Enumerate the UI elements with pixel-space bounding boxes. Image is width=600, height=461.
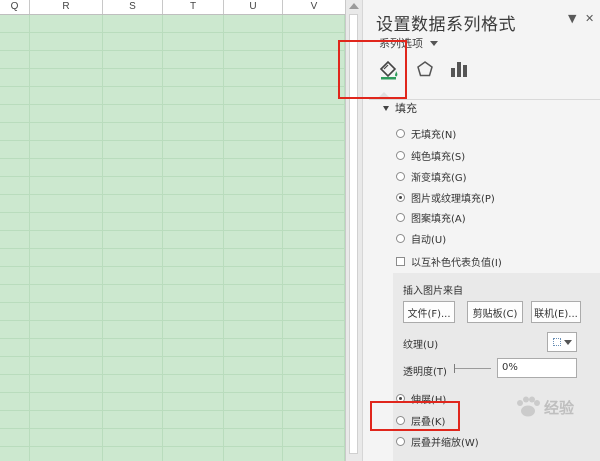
fill-section-header[interactable]: 填充: [383, 100, 417, 116]
radio-indicator: [396, 213, 405, 222]
radio-label: 图案填充(A): [411, 214, 466, 225]
transparency-slider-track[interactable]: [454, 368, 491, 369]
pane-menu-dropdown-icon[interactable]: ▼: [568, 12, 576, 25]
column-header-row: Q R S T U V: [0, 0, 345, 15]
watermark-text: 经验: [544, 398, 575, 417]
highlight-box-fill-tab: [338, 40, 407, 99]
bar-chart-icon: [451, 62, 467, 77]
radio-no-fill[interactable]: 无填充(N): [396, 126, 456, 141]
fill-section-label: 填充: [395, 102, 417, 115]
radio-indicator: [396, 234, 405, 243]
chevron-down-icon: [563, 339, 572, 345]
column-header-r[interactable]: R: [30, 0, 103, 14]
radio-solid-fill[interactable]: 纯色填充(S): [396, 148, 465, 163]
checkbox-label: 以互补色代表负值(I): [411, 258, 502, 269]
invert-if-negative-checkbox[interactable]: 以互补色代表负值(I): [396, 254, 502, 269]
insert-picture-from-label: 插入图片来自: [403, 286, 463, 297]
paw-logo-icon: [517, 396, 540, 417]
clipboard-button[interactable]: 剪贴板(C): [467, 301, 523, 323]
picture-source-group: 插入图片来自 文件(F)... 剪贴板(C) 联机(E)... 纹理(U) 透明…: [393, 273, 600, 461]
radio-label: 图片或纹理填充(P): [411, 194, 495, 205]
radio-label: 层叠并缩放(W): [411, 438, 479, 449]
radio-label: 自动(U): [411, 235, 447, 246]
scroll-up-arrow-icon[interactable]: [349, 3, 359, 9]
online-button[interactable]: 联机(E)...: [531, 301, 581, 323]
chevron-down-icon: [430, 40, 438, 46]
radio-label: 渐变填充(G): [411, 173, 467, 184]
pane-close-button[interactable]: ✕: [585, 12, 594, 25]
texture-swatch-icon: [552, 338, 561, 346]
spreadsheet-grid[interactable]: Q R S T U V: [0, 0, 345, 461]
highlight-box-stack-option: [370, 401, 460, 431]
column-header-t[interactable]: T: [163, 0, 224, 14]
transparency-label: 透明度(T): [403, 367, 447, 378]
radio-stack-and-scale[interactable]: 层叠并缩放(W): [396, 434, 479, 449]
file-button[interactable]: 文件(F)...: [403, 301, 455, 323]
radio-indicator: [396, 172, 405, 181]
column-header-v[interactable]: V: [283, 0, 345, 14]
radio-picture-texture-fill[interactable]: 图片或纹理填充(P): [396, 190, 495, 205]
transparency-input[interactable]: 0%: [497, 358, 577, 378]
radio-indicator: [396, 151, 405, 160]
radio-pattern-fill[interactable]: 图案填充(A): [396, 210, 466, 225]
tab-series-options[interactable]: [447, 56, 471, 82]
checkbox-box: [396, 257, 405, 266]
radio-label: 纯色填充(S): [411, 152, 466, 163]
column-header-s[interactable]: S: [103, 0, 163, 14]
pentagon-effects-icon: [417, 61, 433, 77]
pane-title: 设置数据系列格式: [376, 15, 516, 35]
texture-picker-button[interactable]: [547, 332, 577, 352]
transparency-slider-handle[interactable]: [454, 364, 455, 373]
watermark: 经验: [515, 396, 574, 418]
radio-label: 无填充(N): [411, 130, 457, 141]
expand-triangle-icon: [383, 105, 389, 111]
column-header-q[interactable]: Q: [0, 0, 30, 14]
radio-gradient-fill[interactable]: 渐变填充(G): [396, 169, 467, 184]
radio-indicator: [396, 437, 405, 446]
tab-effects[interactable]: [413, 56, 437, 82]
grid-column-lines: [0, 15, 345, 461]
texture-label: 纹理(U): [403, 340, 439, 351]
radio-indicator-selected: [396, 193, 405, 202]
radio-automatic-fill[interactable]: 自动(U): [396, 231, 446, 246]
column-header-u[interactable]: U: [224, 0, 283, 14]
radio-indicator: [396, 129, 405, 138]
